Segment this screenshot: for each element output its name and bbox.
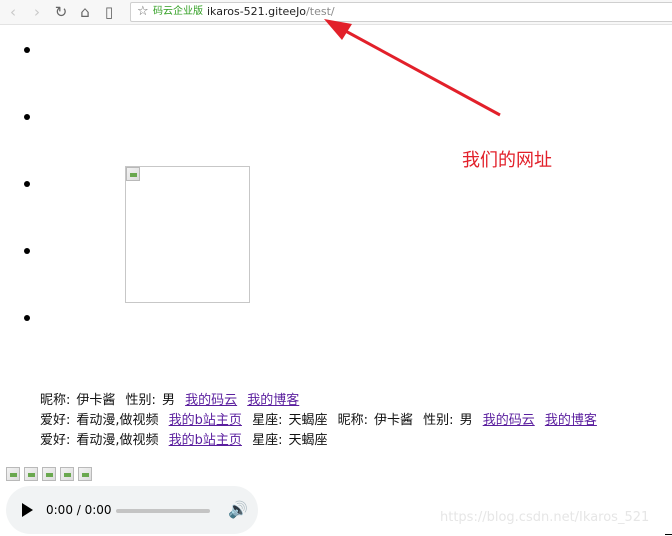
hobby-value: 看动漫,做视频 [76, 413, 159, 428]
blog-link[interactable]: 我的博客 [545, 413, 597, 428]
audio-player: 0:00 / 0:00 🔊 [6, 486, 258, 534]
blog-link[interactable]: 我的博客 [247, 393, 299, 408]
thumbnail-row [6, 466, 96, 485]
zodiac-value: 天蝎座 [288, 433, 328, 448]
gender-label: 性别: [423, 413, 454, 428]
annotation-arrow-line [339, 26, 501, 117]
gender-value: 男 [459, 413, 473, 428]
gitee-link[interactable]: 我的码云 [185, 393, 237, 408]
nickname-value: 伊卡酱 [374, 413, 414, 428]
gender-label: 性别: [125, 393, 156, 408]
annotation-label: 我们的网址 [462, 150, 552, 171]
watermark: https://blog.csdn.net/Ikaros_521 [440, 510, 650, 525]
broken-image-icon [78, 467, 92, 481]
hobby-label: 爱好: [40, 413, 71, 428]
gender-value: 男 [161, 393, 175, 408]
zodiac-label: 星座: [252, 413, 283, 428]
zodiac-label: 星座: [252, 433, 283, 448]
annotation-arrow-head [324, 19, 352, 40]
audio-progress-bar[interactable] [116, 509, 210, 513]
nickname-label: 昵称: [337, 413, 369, 428]
broken-image [125, 166, 250, 303]
zodiac-value: 天蝎座 [288, 413, 328, 428]
text-cursor [665, 534, 672, 535]
info-line-3: 爱好: 看动漫,做视频 我的b站主页 星座: 天蝎座 [40, 431, 327, 451]
bilibili-link[interactable]: 我的b站主页 [169, 413, 242, 428]
volume-icon[interactable]: 🔊 [228, 500, 248, 520]
list-bullet [24, 114, 30, 120]
list-bullet [24, 315, 30, 321]
broken-image-icon [6, 467, 20, 481]
list-bullet [24, 181, 30, 187]
broken-image-icon [42, 467, 56, 481]
hobby-value: 看动漫,做视频 [76, 433, 159, 448]
broken-image-icon [60, 467, 74, 481]
info-line-2: 爱好: 看动漫,做视频 我的b站主页 星座: 天蝎座 昵称: 伊卡酱 性别: 男 我的码… [40, 411, 597, 431]
annotation-arrow [324, 19, 501, 117]
broken-image-icon [24, 467, 38, 481]
nickname-label: 昵称: [40, 393, 71, 408]
play-icon[interactable] [22, 503, 33, 517]
info-line-1: 昵称: 伊卡酱 性别: 男 我的码云 我的博客 [40, 391, 299, 411]
bilibili-link[interactable]: 我的b站主页 [169, 433, 242, 448]
list-bullet [24, 248, 30, 254]
hobby-label: 爱好: [40, 433, 71, 448]
audio-time: 0:00 / 0:00 [46, 503, 112, 517]
broken-image-icon [126, 167, 140, 181]
nickname-value: 伊卡酱 [76, 393, 116, 408]
list-bullet [24, 47, 30, 53]
gitee-link[interactable]: 我的码云 [483, 413, 535, 428]
